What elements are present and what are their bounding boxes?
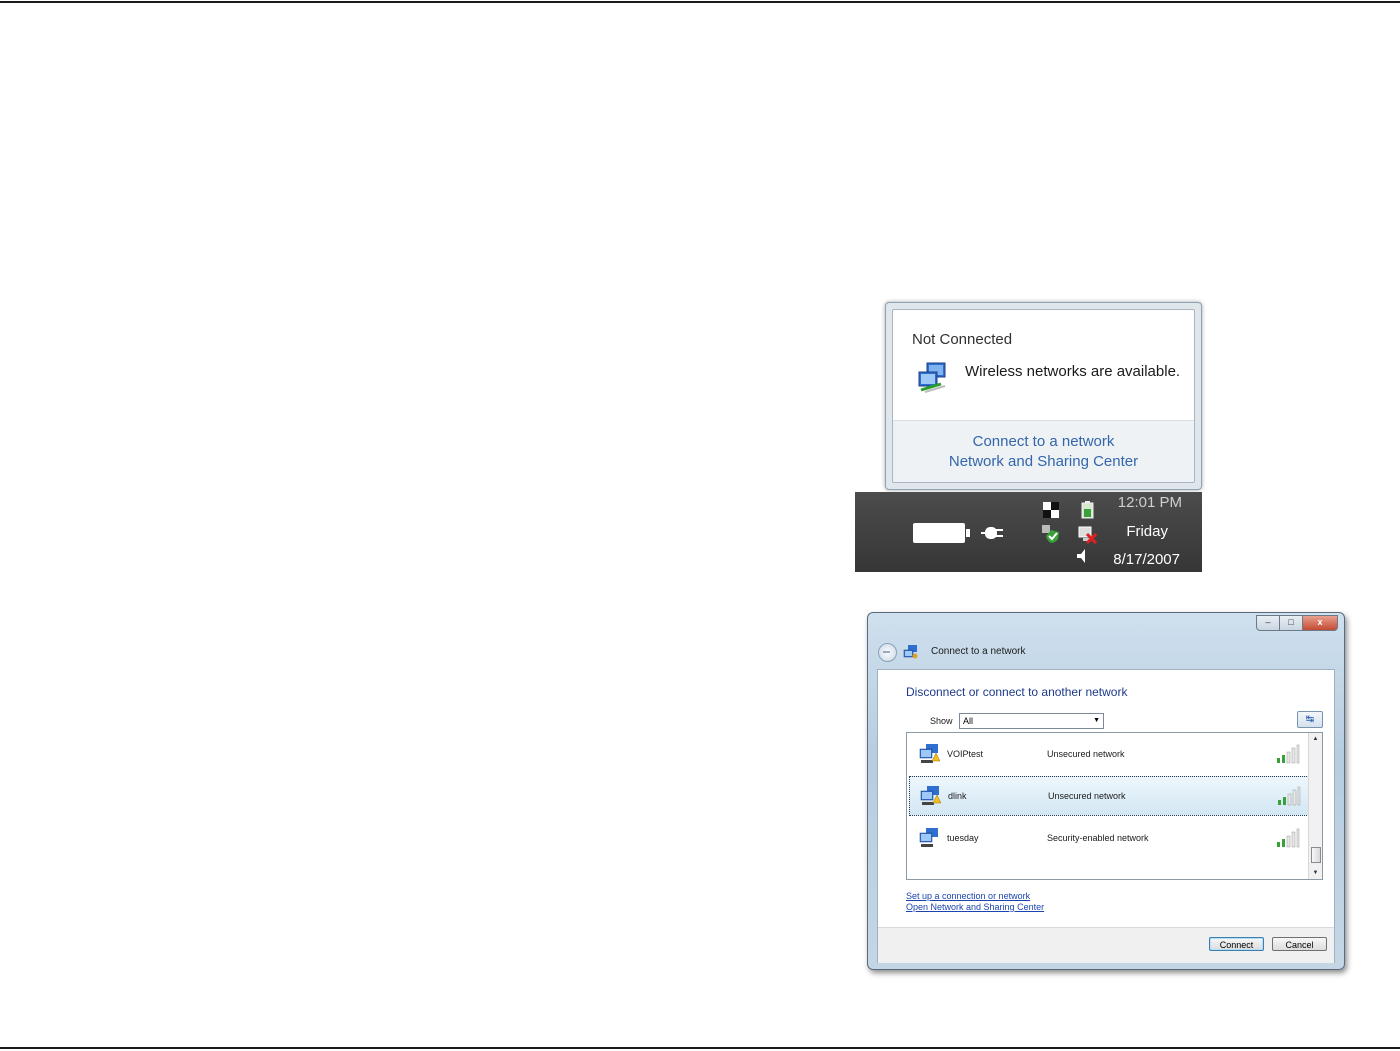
network-name: VOIPtest	[947, 749, 984, 759]
bottom-rule	[0, 1047, 1400, 1049]
connect-button[interactable]: Connect	[1209, 937, 1264, 951]
notification-message: Wireless networks are available.	[965, 363, 1181, 380]
connect-network-dialog: – □ x Connect to a network Disconnect or…	[867, 612, 1345, 970]
dialog-heading: Disconnect or connect to another network	[906, 685, 1128, 699]
top-rule	[0, 1, 1400, 3]
signal-strength-icon	[1278, 786, 1301, 806]
setup-connection-link[interactable]: Set up a connection or network	[906, 891, 1030, 901]
show-filter-select[interactable]: All ▼	[959, 713, 1104, 729]
network-list-scrollbar[interactable]: ▲ ▼	[1308, 733, 1322, 879]
refresh-icon: ↹	[1305, 714, 1315, 725]
refresh-button[interactable]: ↹	[1297, 711, 1323, 728]
network-computers-icon	[918, 362, 946, 393]
close-button[interactable]: x	[1302, 615, 1338, 631]
clock-date: 8/17/2007	[1113, 551, 1180, 568]
wireless-network-icon	[919, 744, 941, 763]
back-button[interactable]	[878, 643, 897, 662]
notification-body: Not Connected Wireless networks are avai…	[892, 309, 1195, 483]
network-name: dlink	[948, 791, 967, 801]
network-security: Security-enabled network	[1047, 833, 1149, 843]
wireless-network-icon	[920, 786, 942, 805]
network-row-tuesday[interactable]: tuesday Security-enabled network	[909, 819, 1307, 857]
minimize-button[interactable]: –	[1256, 615, 1280, 631]
notification-title: Not Connected	[912, 331, 1013, 348]
checker-flag-icon	[1043, 502, 1059, 518]
network-row-voiptest[interactable]: VOIPtest Unsecured network	[909, 735, 1307, 773]
window-controls: – □ x	[1256, 615, 1338, 631]
show-label: Show	[930, 716, 953, 726]
cancel-button[interactable]: Cancel	[1272, 937, 1327, 951]
scroll-down-icon[interactable]: ▼	[1309, 867, 1322, 879]
clock-time: 12:01 PM	[1117, 494, 1182, 511]
battery-icon	[913, 523, 970, 543]
network-title-icon	[903, 645, 918, 659]
notification-screenshot: Not Connected Wireless networks are avai…	[855, 292, 1202, 572]
scroll-up-icon[interactable]: ▲	[1309, 733, 1322, 745]
open-sharing-center-link[interactable]: Open Network and Sharing Center	[906, 902, 1044, 912]
network-security: Unsecured network	[1047, 749, 1125, 759]
maximize-button[interactable]: □	[1279, 615, 1303, 631]
show-filter-value: All	[963, 716, 974, 726]
network-row-dlink[interactable]: dlink Unsecured network	[909, 776, 1309, 816]
dialog-footer: Connect Cancel	[878, 927, 1334, 963]
notification-popup: Not Connected Wireless networks are avai…	[885, 302, 1202, 490]
network-list: VOIPtest Unsecured network dlink Unsecur…	[906, 732, 1323, 880]
connect-to-network-link[interactable]: Connect to a network	[893, 433, 1194, 450]
network-name: tuesday	[947, 833, 979, 843]
power-plug-icon	[981, 527, 1003, 539]
network-sharing-center-link[interactable]: Network and Sharing Center	[893, 453, 1194, 470]
notification-links: Connect to a network Network and Sharing…	[893, 420, 1194, 482]
signal-strength-icon	[1277, 744, 1300, 764]
security-shield-icon	[1042, 525, 1059, 543]
wireless-network-icon	[919, 828, 938, 847]
chevron-down-icon: ▼	[1093, 717, 1100, 724]
dialog-title: Connect to a network	[931, 646, 1026, 657]
signal-strength-icon	[1277, 828, 1300, 848]
network-security: Unsecured network	[1048, 791, 1126, 801]
clock-day: Friday	[1126, 523, 1168, 540]
taskbar: 12:01 PM Friday 8/17/2007	[855, 492, 1202, 572]
scrollbar-thumb[interactable]	[1311, 847, 1321, 863]
dialog-content: Disconnect or connect to another network…	[877, 669, 1335, 963]
